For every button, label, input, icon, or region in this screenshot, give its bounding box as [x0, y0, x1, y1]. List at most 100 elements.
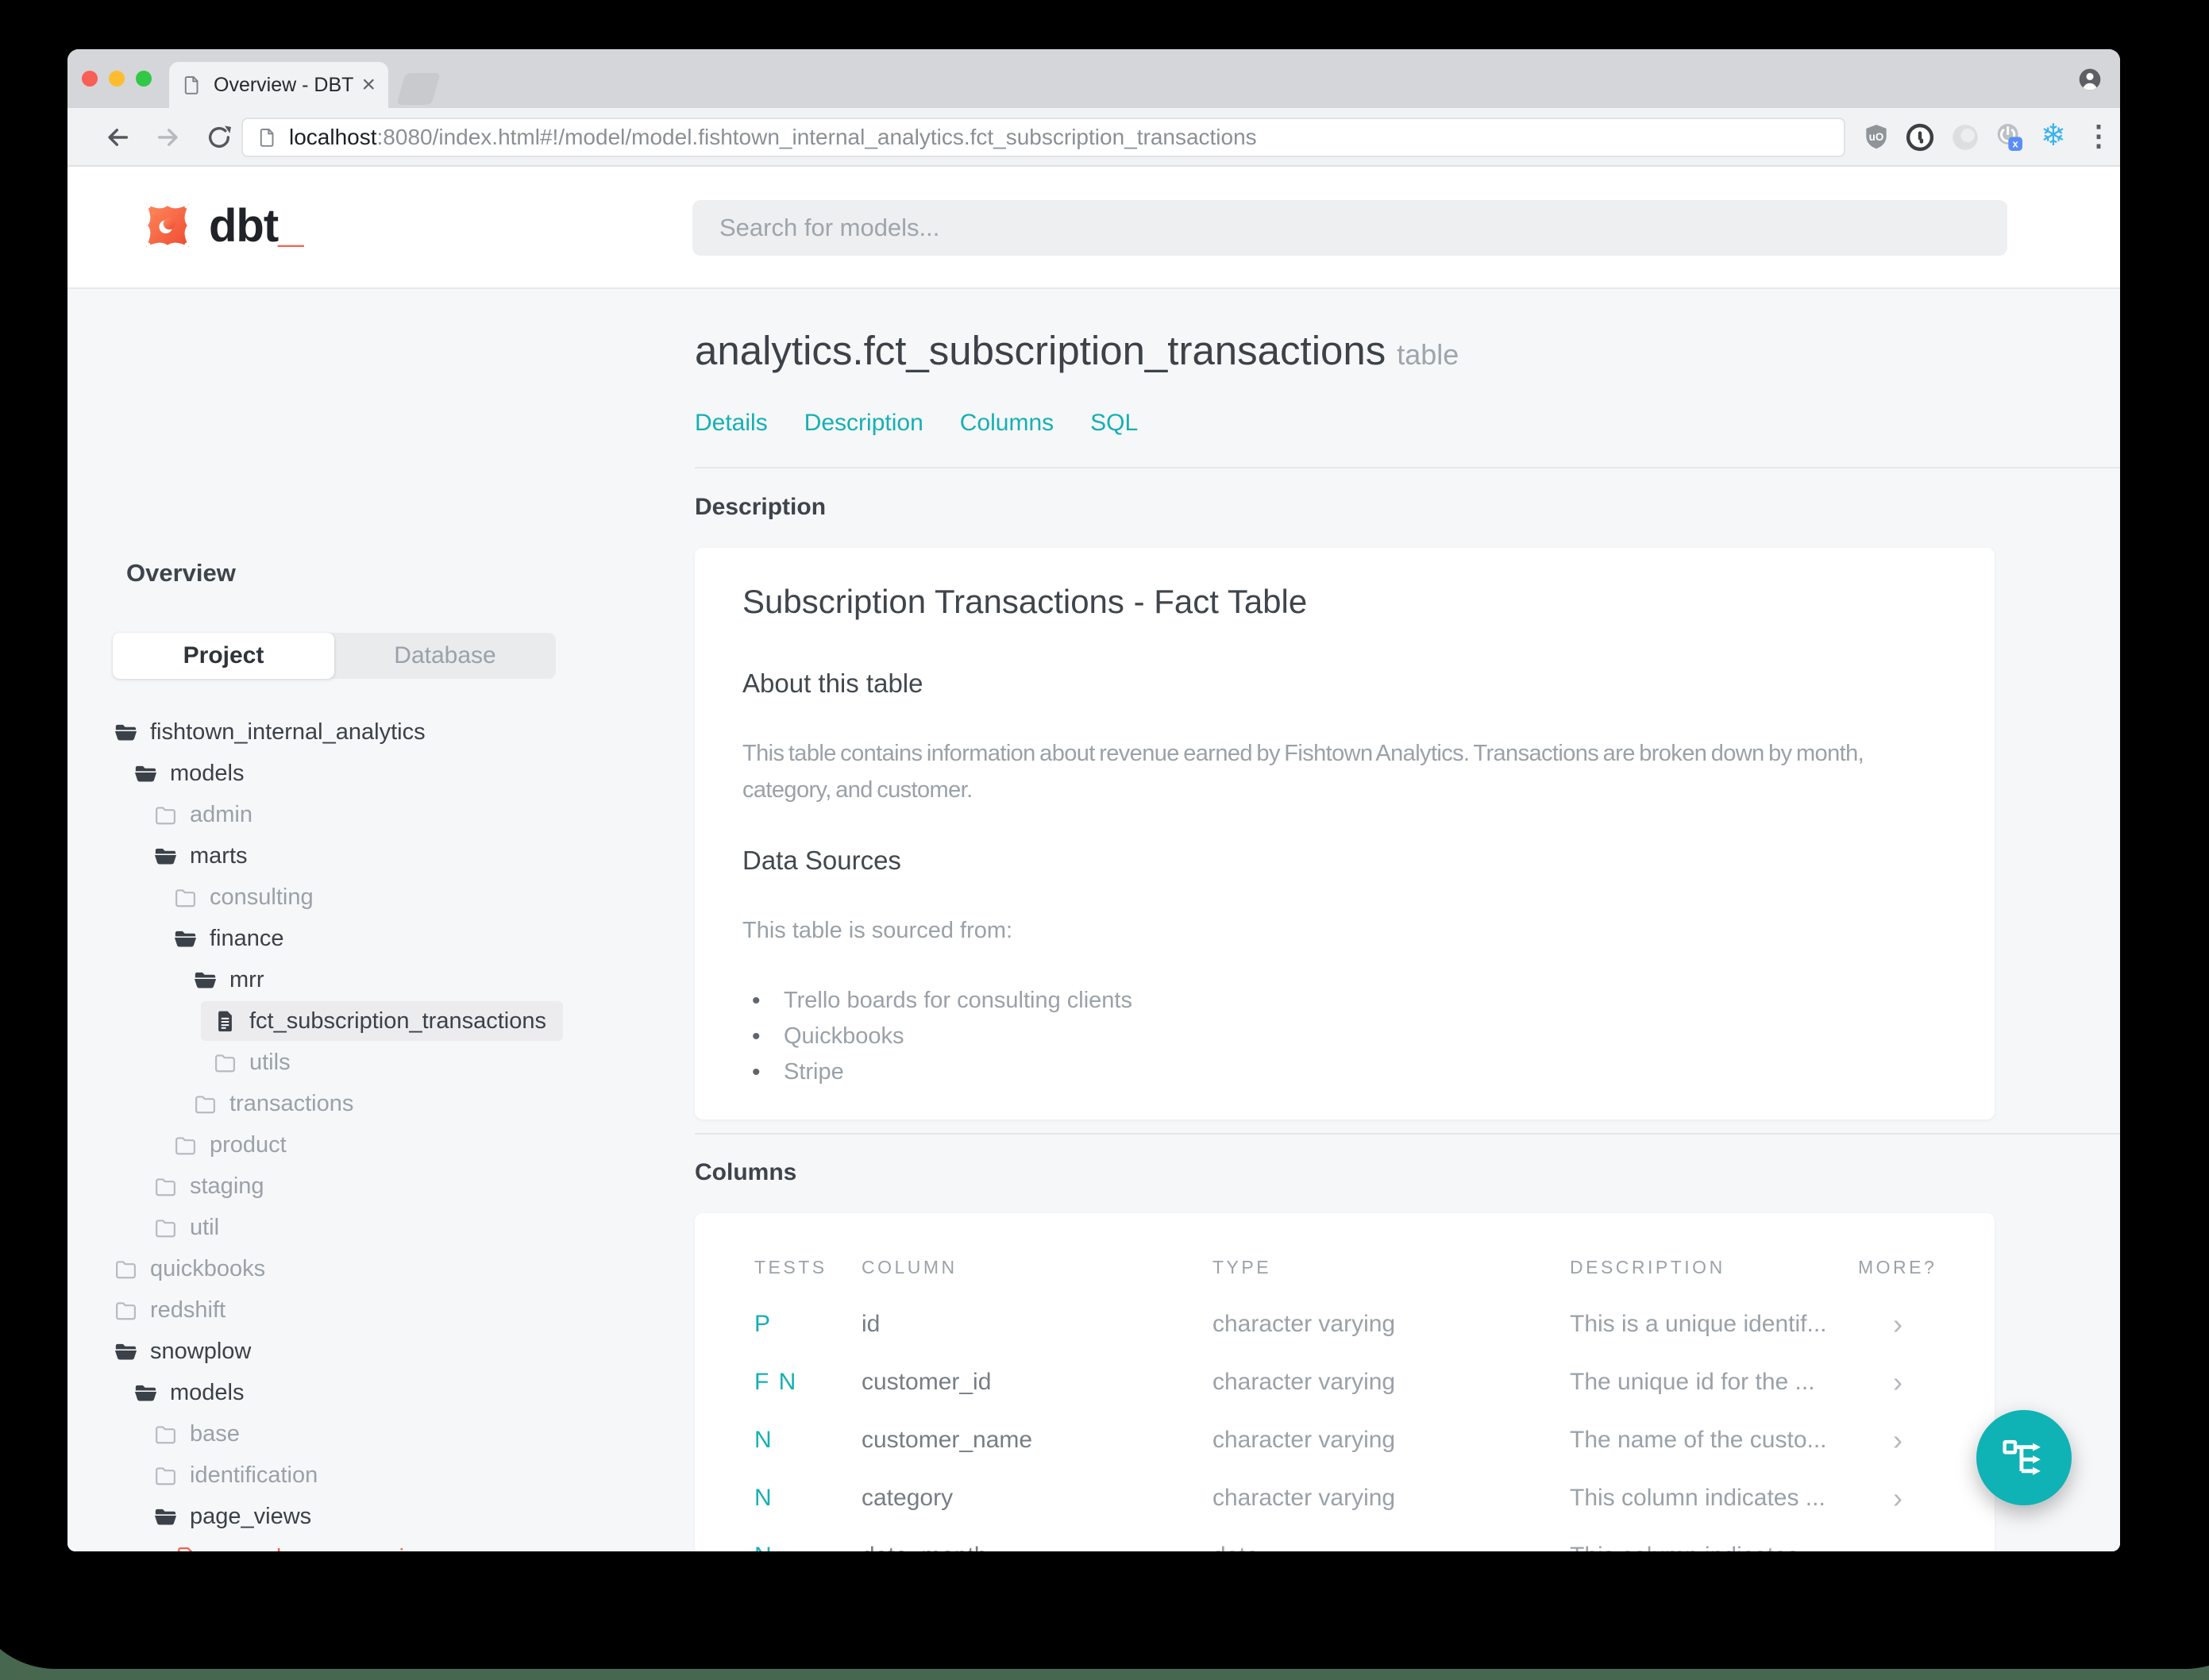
svg-text:uO: uO	[1869, 131, 1884, 143]
tree-item-marts[interactable]: marts	[67, 835, 695, 877]
row-tests: N	[754, 1543, 862, 1552]
address-bar[interactable]: localhost:8080/index.html#!/model/model.…	[241, 118, 1845, 157]
row-type: character varying	[1212, 1484, 1396, 1511]
tree-item-quickbooks[interactable]: quickbooks	[67, 1248, 695, 1289]
doc-heading: Subscription Transactions - Fact Table	[742, 583, 1308, 620]
tree-item-models[interactable]: models	[67, 753, 695, 794]
main-panel: analytics.fct_subscription_transactions t…	[695, 289, 2120, 1551]
row-expand-chevron-icon[interactable]: ›	[1858, 1424, 1937, 1457]
onepassword-extension-icon[interactable]	[1905, 122, 1935, 152]
row-tests: P	[754, 1310, 773, 1337]
row-description: This is a unique identif...	[1570, 1310, 1827, 1337]
minimize-window-button[interactable]	[109, 71, 125, 87]
tree-item-label: product	[210, 1131, 287, 1158]
tree-item-label: redshift	[150, 1297, 226, 1323]
table-row-category[interactable]: Ncategory character varying This column in…	[754, 1469, 1937, 1527]
tree-item-finance[interactable]: finance	[67, 918, 695, 959]
column-header-tests: TESTS	[754, 1256, 827, 1277]
browser-tab-strip: Overview - DBT Docs ×	[67, 49, 2120, 108]
data-source-item: Stripe	[752, 1054, 1132, 1090]
folder-icon	[213, 1050, 237, 1075]
browser-window: Overview - DBT Docs × localhost:8080/ind…	[67, 49, 2120, 1551]
browser-tab[interactable]: Overview - DBT Docs ×	[169, 62, 388, 108]
tree-item-fishtown_internal_analytics[interactable]: fishtown_internal_analytics	[67, 711, 695, 753]
tree-item-mrr[interactable]: mrr	[67, 959, 695, 1000]
view-lineage-button[interactable]	[1976, 1410, 2072, 1505]
disabled-extension-icon[interactable]	[1950, 122, 1980, 152]
search-placeholder: Search for models...	[719, 214, 940, 241]
file-solid-icon	[213, 1009, 237, 1034]
dbt-logo[interactable]: dbt_	[139, 197, 303, 254]
tree-item-snowplow[interactable]: snowplow	[67, 1331, 695, 1372]
table-row-date_month[interactable]: Ndate_monthdateThis column indicates ...…	[754, 1527, 1937, 1552]
row-column-name: id	[862, 1310, 881, 1337]
row-description: This column indicates ...	[1570, 1484, 1825, 1511]
section-divider	[695, 467, 2120, 468]
row-expand-chevron-icon[interactable]: ›	[1858, 1539, 1937, 1552]
tree-item-label: consulting	[210, 884, 314, 910]
tree-item-label: models	[170, 1379, 245, 1405]
tree-item-product[interactable]: product	[67, 1124, 695, 1166]
search-input[interactable]: Search for models...	[692, 200, 2007, 256]
model-section-nav: Details Description Columns SQL	[695, 410, 1138, 437]
row-expand-chevron-icon[interactable]: ›	[1858, 1308, 1937, 1341]
row-type: character varying	[1212, 1426, 1396, 1453]
columns-section-label: Columns	[695, 1159, 797, 1185]
row-tests: N	[754, 1426, 773, 1453]
tree-item-redshift[interactable]: redshift	[67, 1289, 695, 1331]
tree-item-label: mrr	[229, 966, 264, 992]
folder-open-icon	[173, 927, 198, 951]
svg-text:x: x	[2013, 137, 2019, 149]
proxy-extension-icon[interactable]: x	[1994, 122, 2024, 152]
tree-item-base[interactable]: base	[67, 1413, 695, 1455]
table-row-customer_name[interactable]: Ncustomer_name character varying The name …	[754, 1411, 1937, 1469]
row-type: character varying	[1212, 1368, 1396, 1395]
zoom-window-button[interactable]	[136, 71, 152, 87]
tab-sql[interactable]: SQL	[1090, 410, 1138, 437]
tree-item-label: page_views	[190, 1503, 312, 1529]
browser-profile-avatar[interactable]	[2077, 67, 2103, 92]
app-content: Overview Project Database fishtown_inter…	[67, 289, 2120, 1551]
sidebar-view-switch: Project Database	[113, 633, 556, 679]
tree-item-utils[interactable]: utils	[67, 1042, 695, 1083]
data-sources-intro: This table is sourced from:	[742, 918, 1013, 943]
reload-icon[interactable]	[206, 124, 233, 151]
about-heading: About this table	[742, 669, 923, 698]
tab-description[interactable]: Description	[804, 410, 923, 437]
tree-item-page_views[interactable]: page_views	[67, 1496, 695, 1537]
tree-item-transactions[interactable]: transactions	[67, 1083, 695, 1124]
close-window-button[interactable]	[82, 71, 98, 87]
tree-item-label: util	[190, 1214, 220, 1240]
new-tab-button[interactable]	[396, 73, 441, 105]
tree-item-identification[interactable]: identification	[67, 1455, 695, 1496]
row-expand-chevron-icon[interactable]: ›	[1858, 1482, 1937, 1515]
tree-item-consulting[interactable]: consulting	[67, 877, 695, 918]
row-description: This column indicates ...	[1570, 1543, 1858, 1552]
tab-database[interactable]: Database	[334, 633, 556, 679]
data-sources-heading: Data Sources	[742, 846, 901, 875]
tree-item-admin[interactable]: admin	[67, 794, 695, 835]
tab-close-icon[interactable]: ×	[361, 73, 376, 97]
ublock-extension-icon[interactable]: uO	[1861, 122, 1891, 152]
back-icon[interactable]	[104, 124, 131, 151]
tree-item-snowplow_page_views[interactable]: snowplow_page_views	[67, 1537, 695, 1551]
snowflake-extension-icon[interactable]: ❄	[2041, 119, 2066, 152]
description-section-label: Description	[695, 494, 827, 520]
tree-item-label: fishtown_internal_analytics	[150, 719, 426, 745]
tab-project[interactable]: Project	[113, 633, 334, 679]
data-source-item: Quickbooks	[752, 1019, 1132, 1054]
tree-item-util[interactable]: util	[67, 1207, 695, 1248]
tab-columns[interactable]: Columns	[960, 410, 1054, 437]
browser-menu-icon[interactable]: ⋮	[2084, 119, 2113, 152]
tree-item-fct_subscription_transactions[interactable]: fct_subscription_transactions	[67, 1000, 695, 1042]
tab-details[interactable]: Details	[695, 410, 768, 437]
column-header-more: MORE?	[1858, 1256, 1937, 1277]
row-expand-chevron-icon[interactable]: ›	[1858, 1366, 1937, 1399]
tree-item-models[interactable]: models	[67, 1372, 695, 1413]
forward-icon[interactable]	[155, 124, 182, 151]
table-row-customer_id[interactable]: F N customer_id character varying The uniqu…	[754, 1353, 1937, 1411]
table-row-id[interactable]: Pid character varying This is a unique ide…	[754, 1295, 1937, 1353]
lineage-graph-icon	[1999, 1433, 2049, 1482]
tree-item-staging[interactable]: staging	[67, 1166, 695, 1207]
folder-icon	[193, 1092, 218, 1116]
